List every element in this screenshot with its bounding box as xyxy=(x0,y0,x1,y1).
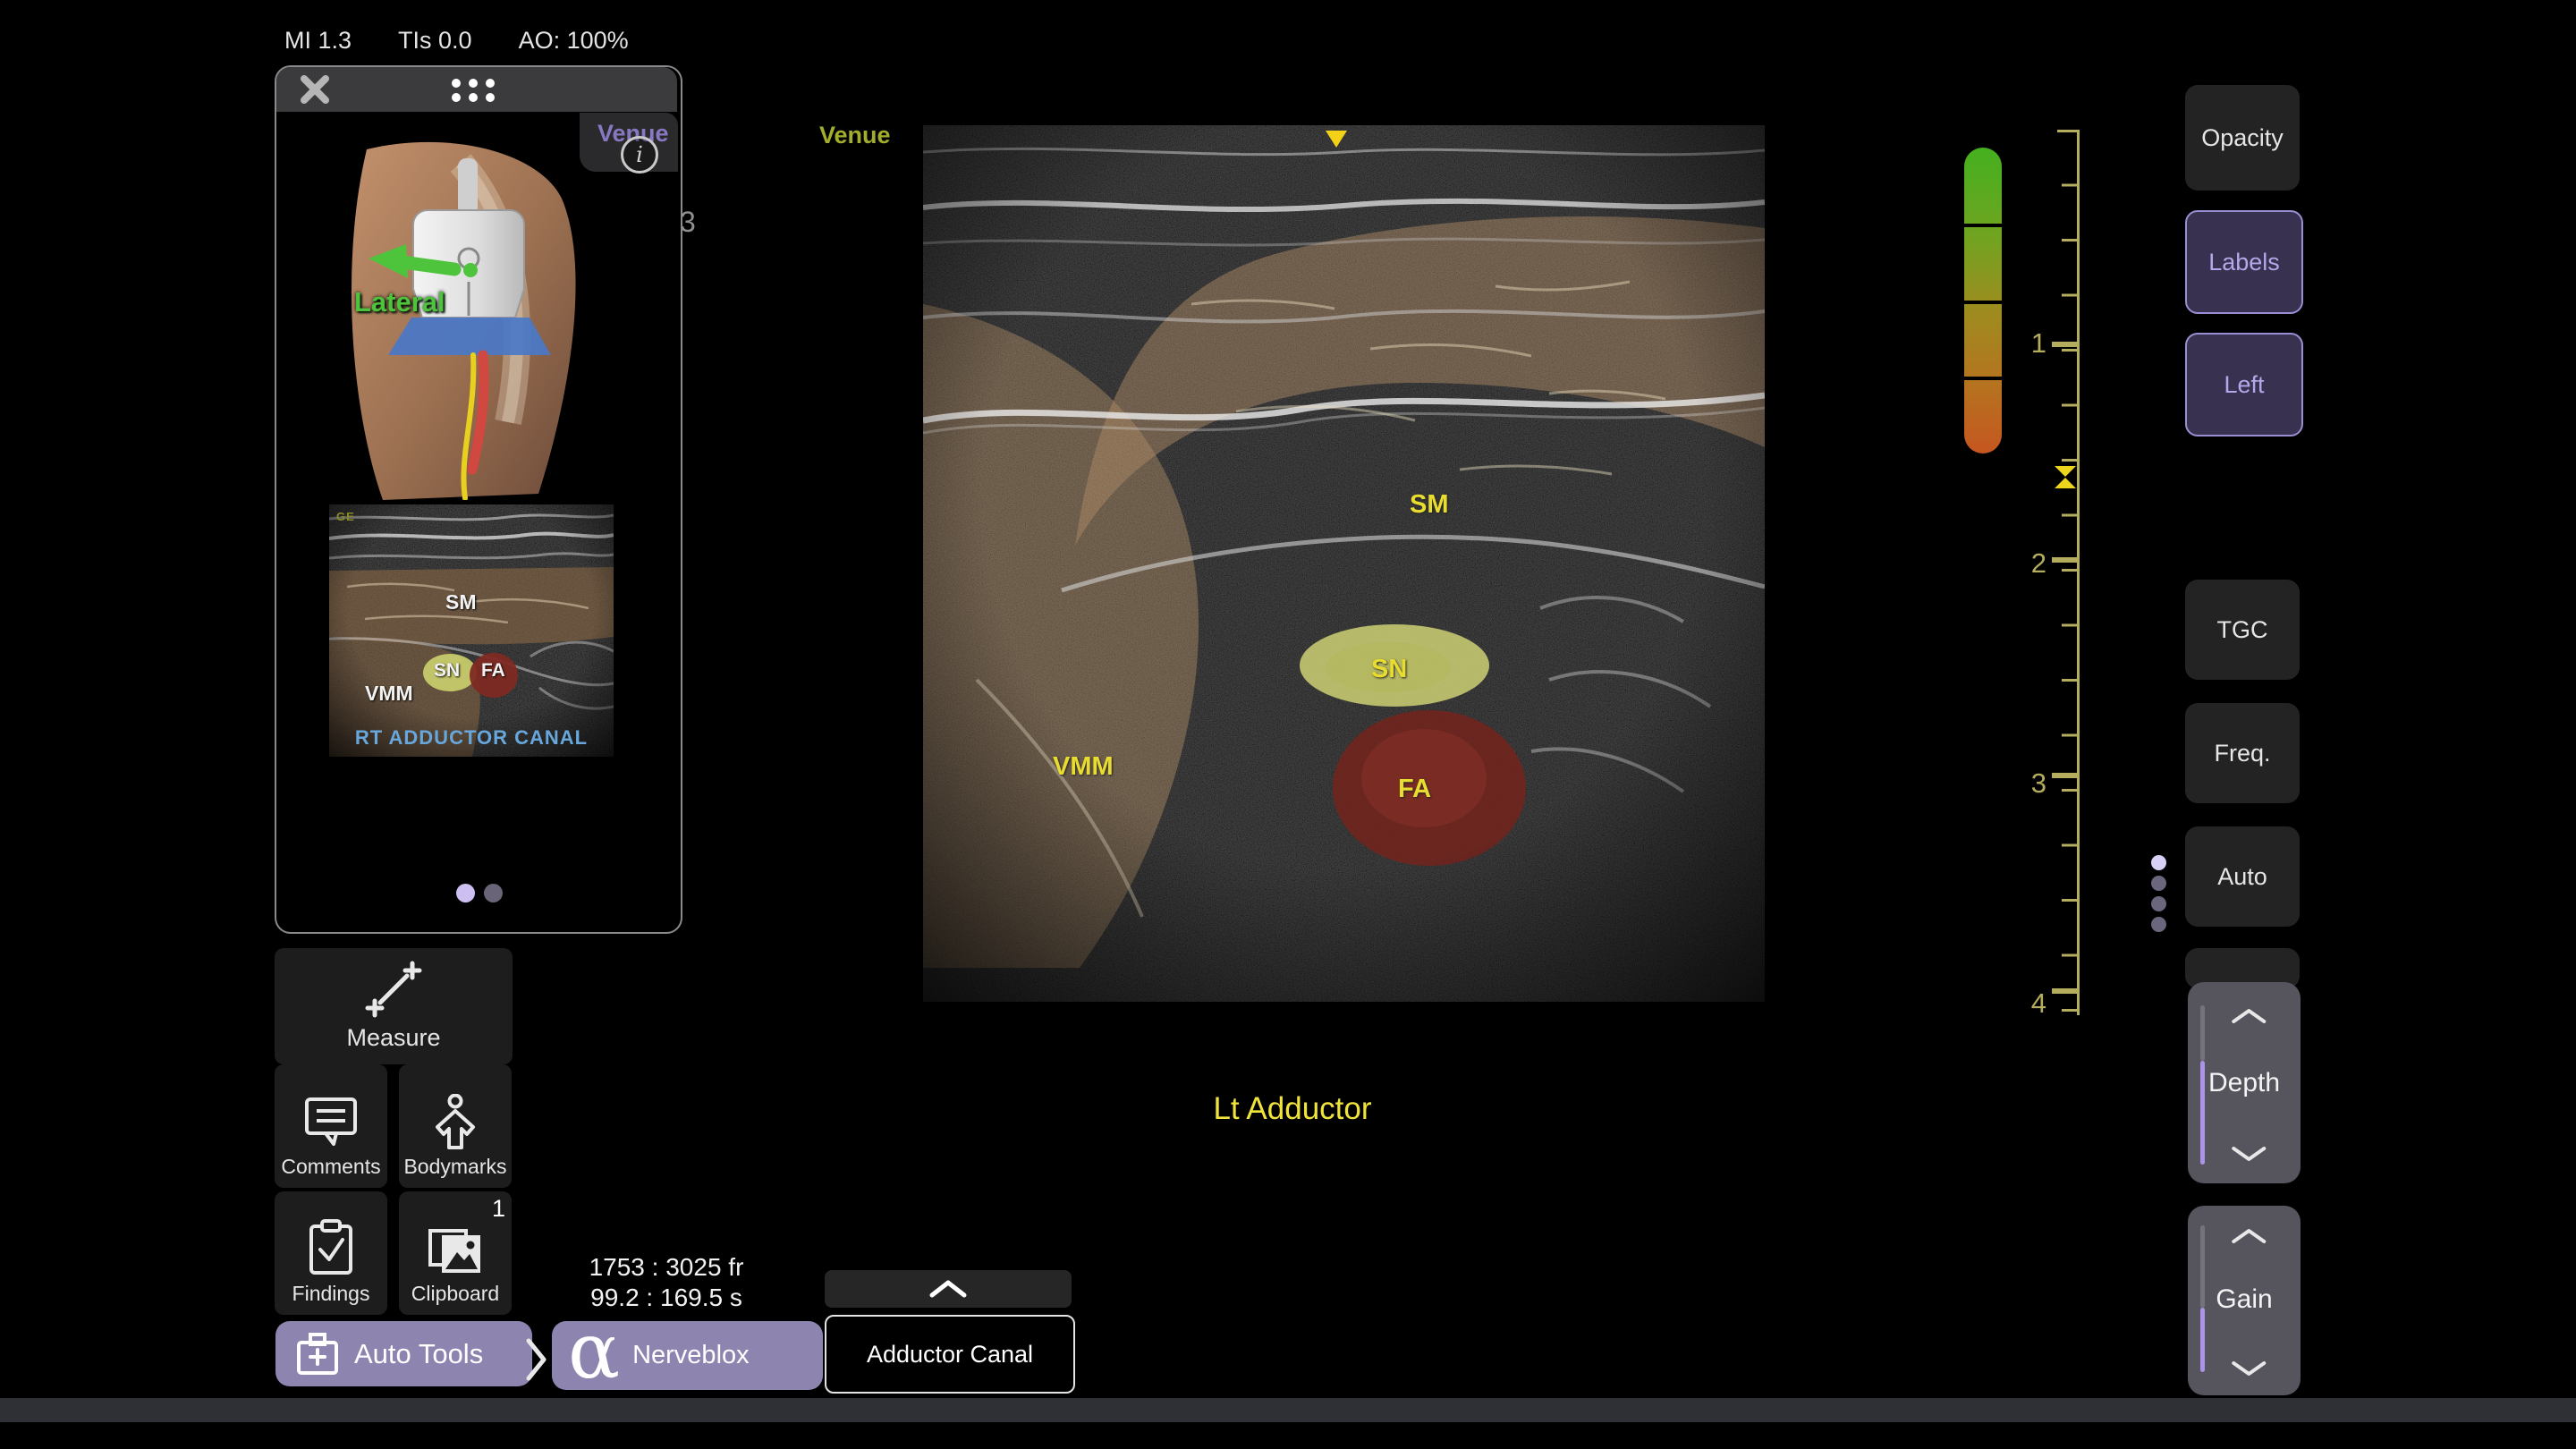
clipped-text: 3 xyxy=(680,206,696,239)
ultrasound-image[interactable] xyxy=(923,125,1765,1002)
preset-button[interactable]: Adductor Canal xyxy=(825,1315,1075,1394)
nerveblox-alpha-icon: α xyxy=(568,1325,620,1378)
findings-label: Findings xyxy=(292,1282,370,1306)
page-dot-active[interactable] xyxy=(2151,855,2166,870)
tis-value: TIs 0.0 xyxy=(398,27,472,55)
ruler-mark-3: 3 xyxy=(2011,767,2046,800)
info-icon[interactable]: i xyxy=(621,136,658,174)
page-dot[interactable] xyxy=(2151,917,2166,932)
preset-expander-button[interactable] xyxy=(825,1270,1072,1308)
comment-bubble-icon xyxy=(304,1096,358,1148)
nerveblox-button[interactable]: α Nerveblox xyxy=(552,1321,823,1390)
depth-ruler-major-ticks xyxy=(2052,131,2077,1010)
auto-tools-button[interactable]: Auto Tools xyxy=(275,1321,532,1386)
thumb-label-sn: SN xyxy=(434,660,460,682)
clipboard-label: Clipboard xyxy=(411,1282,499,1306)
caliper-icon xyxy=(364,960,423,1019)
clipboard-images-icon xyxy=(428,1224,483,1276)
gain-track-fill xyxy=(2200,1308,2205,1372)
controls-page-indicator[interactable] xyxy=(2151,855,2166,932)
page-dot[interactable] xyxy=(2151,876,2166,891)
thumb-label-sm: SM xyxy=(445,590,477,614)
labels-button[interactable]: Labels xyxy=(2185,210,2303,314)
ruler-mark-1: 1 xyxy=(2011,327,2046,360)
depth-control[interactable]: Depth xyxy=(2188,982,2301,1183)
page-dot[interactable] xyxy=(2151,896,2166,911)
venue-brand-label: Venue xyxy=(819,122,891,149)
drag-grid-icon[interactable] xyxy=(450,76,496,103)
scan-label-sm: SM xyxy=(1410,490,1449,520)
freq-button[interactable]: Freq. xyxy=(2185,703,2300,803)
measure-label: Measure xyxy=(346,1024,440,1052)
ao-value: AO: 100% xyxy=(519,27,629,55)
page-dot-active[interactable] xyxy=(456,884,475,902)
findings-button[interactable]: Findings xyxy=(275,1191,387,1315)
reference-thumbnail-image xyxy=(329,504,614,757)
bodymarks-button[interactable]: Bodymarks xyxy=(399,1064,512,1188)
frame-counter: 1753 : 3025 fr xyxy=(546,1252,787,1283)
close-icon[interactable] xyxy=(298,72,332,106)
depth-track xyxy=(2200,1005,2205,1061)
left-button[interactable]: Left xyxy=(2185,333,2303,436)
reference-thumbnail[interactable] xyxy=(329,504,614,757)
depth-track-fill xyxy=(2200,1061,2205,1165)
colorbar-divider xyxy=(1964,377,2002,380)
page-dot[interactable] xyxy=(484,884,503,902)
probe-direction-label: Lateral xyxy=(354,286,445,318)
gain-up-icon[interactable] xyxy=(2229,1227,2268,1245)
focus-marker-icon[interactable] xyxy=(2055,478,2076,488)
mi-value: MI 1.3 xyxy=(284,27,352,55)
ultrasound-render xyxy=(923,125,1765,1002)
scan-label-sn: SN xyxy=(1371,655,1407,684)
chevron-right-icon xyxy=(524,1336,549,1383)
ge-logo: GE xyxy=(336,510,355,523)
comments-label: Comments xyxy=(281,1155,380,1179)
chevron-up-icon xyxy=(927,1278,970,1300)
findings-clipboard-icon xyxy=(307,1219,355,1276)
auto-button[interactable]: Auto xyxy=(2185,826,2300,927)
scan-annotation: Lt Adductor xyxy=(1167,1091,1418,1127)
thumb-caption: RT ADDUCTOR CANAL xyxy=(329,726,614,750)
scan-label-vmm: VMM xyxy=(1053,752,1114,782)
guidance-panel-header xyxy=(276,67,677,112)
measure-button[interactable]: Measure xyxy=(275,948,513,1064)
colorbar-divider xyxy=(1964,301,2002,304)
bodymark-person-icon xyxy=(432,1094,479,1149)
gain-down-icon[interactable] xyxy=(2229,1360,2268,1377)
ruler-mark-4: 4 xyxy=(2011,987,2046,1020)
taskbar-strip xyxy=(0,1398,2576,1422)
acoustic-output-status: MI 1.3 TIs 0.0 AO: 100% xyxy=(284,27,629,55)
cine-counter: 1753 : 3025 fr 99.2 : 169.5 s xyxy=(546,1252,787,1313)
depth-up-icon[interactable] xyxy=(2229,1007,2268,1025)
panel-page-indicator[interactable] xyxy=(456,884,503,902)
scan-label-fa: FA xyxy=(1398,775,1431,804)
colorbar-divider xyxy=(1964,224,2002,227)
focus-marker-icon[interactable] xyxy=(2055,466,2076,477)
depth-ruler xyxy=(2077,130,2080,1015)
preset-label: Adductor Canal xyxy=(867,1341,1033,1368)
tgc-button[interactable]: TGC xyxy=(2185,580,2300,680)
gain-track xyxy=(2200,1225,2205,1308)
clipboard-count-badge: 1 xyxy=(492,1195,505,1223)
opacity-button[interactable]: Opacity xyxy=(2185,85,2300,191)
bodymarks-label: Bodymarks xyxy=(403,1155,506,1179)
auto-tools-label: Auto Tools xyxy=(354,1338,483,1370)
nerveblox-label: Nerveblox xyxy=(632,1341,750,1370)
gain-control[interactable]: Gain xyxy=(2188,1206,2301,1395)
toolbox-icon xyxy=(295,1333,340,1376)
thumb-label-vmm: VMM xyxy=(365,682,413,706)
thumb-label-fa: FA xyxy=(481,660,505,682)
comments-button[interactable]: Comments xyxy=(275,1064,387,1188)
depth-down-icon[interactable] xyxy=(2229,1145,2268,1163)
ruler-mark-2: 2 xyxy=(2011,547,2046,580)
probe-orientation-marker xyxy=(1326,131,1347,148)
